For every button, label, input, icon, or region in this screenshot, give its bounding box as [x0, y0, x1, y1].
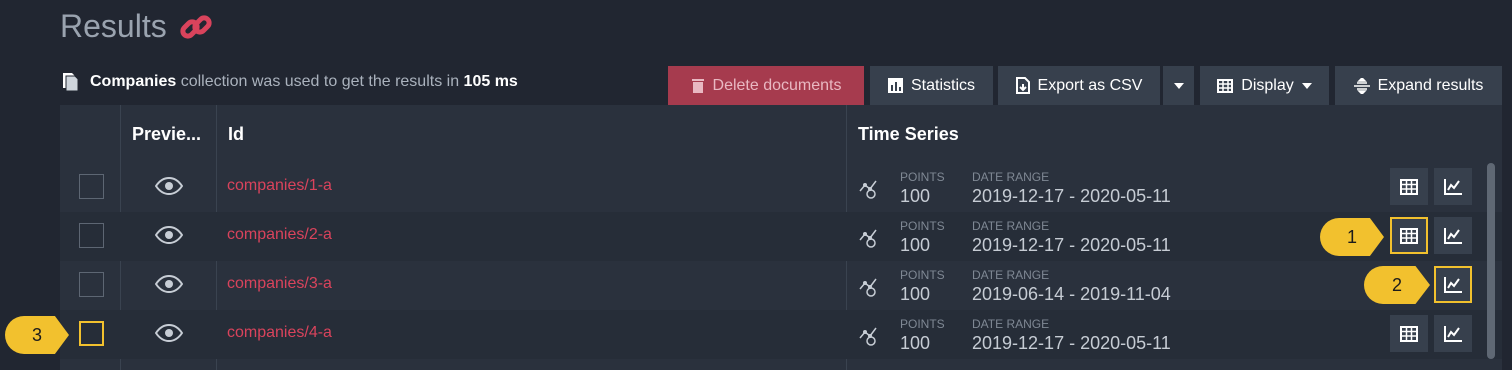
chart-view-button[interactable] — [1434, 266, 1472, 303]
query-duration: 105 ms — [463, 73, 518, 90]
date-range-label: DATE RANGE — [972, 268, 1050, 282]
bar-chart-icon — [887, 78, 903, 93]
points-value: 100 — [900, 333, 931, 353]
results-title: Results — [60, 8, 213, 45]
line-chart-icon — [1444, 178, 1462, 195]
line-chart-icon — [1444, 227, 1462, 244]
export-csv-button[interactable]: Export as CSV — [998, 66, 1160, 105]
timeseries-icon — [859, 229, 877, 248]
callout-number: 2 — [1391, 274, 1402, 295]
table-icon — [1400, 178, 1418, 195]
row-checkbox[interactable] — [79, 223, 104, 248]
column-header-time-series[interactable]: Time Series — [858, 105, 959, 163]
document-id-link[interactable]: companies/4-a — [227, 324, 332, 342]
points-value: 100 — [900, 284, 931, 304]
points-label: POINTS — [900, 317, 945, 331]
date-range-value: 2019-12-17 - 2020-05-11 — [972, 186, 1171, 206]
table-row[interactable]: companies/2-a POINTS 100 DATE RANGE 2019… — [60, 212, 1502, 261]
date-range-value: 2019-06-14 - 2019-11-04 — [972, 284, 1171, 304]
caret-down-icon — [1301, 82, 1312, 89]
display-label: Display — [1241, 76, 1294, 94]
results-sentence: was used to get the results in — [251, 73, 460, 90]
export-label: Export as CSV — [1037, 76, 1143, 94]
eye-icon[interactable] — [155, 324, 183, 342]
caret-down-icon — [1173, 82, 1184, 89]
timeseries-icon — [859, 327, 877, 346]
results-grid: Previe... Id Time Series companies/1-a P… — [60, 105, 1502, 370]
table-row[interactable]: companies/3-a POINTS 100 DATE RANGE 2019… — [60, 261, 1502, 310]
eye-icon[interactable] — [155, 226, 183, 244]
callout-number: 1 — [1346, 226, 1357, 247]
collection-word: collection — [180, 73, 248, 90]
expand-results-button[interactable]: Expand results — [1335, 66, 1502, 105]
export-dropdown-button[interactable] — [1163, 66, 1194, 105]
table-icon — [1400, 325, 1418, 342]
delete-documents-button[interactable]: Delete documents — [668, 66, 864, 105]
results-info: Companies collection was used to get the… — [60, 72, 518, 92]
points-label: POINTS — [900, 268, 945, 282]
row-checkbox[interactable] — [79, 321, 104, 346]
expand-label: Expand results — [1377, 76, 1484, 94]
timeseries-icon — [859, 180, 877, 199]
table-view-button[interactable] — [1390, 315, 1428, 352]
table-icon — [1400, 227, 1418, 244]
display-dropdown-button[interactable]: Display — [1200, 66, 1329, 105]
table-row[interactable]: companies/1-a POINTS 100 DATE RANGE 2019… — [60, 163, 1502, 212]
chart-view-button[interactable] — [1434, 217, 1472, 254]
callout-number: 3 — [31, 324, 42, 345]
eye-icon[interactable] — [155, 177, 183, 195]
line-chart-icon — [1444, 276, 1462, 293]
table-view-button[interactable] — [1390, 217, 1428, 254]
delete-label: Delete documents — [712, 76, 842, 94]
row-checkbox[interactable] — [79, 174, 104, 199]
date-range-label: DATE RANGE — [972, 170, 1050, 184]
column-header-id[interactable]: Id — [228, 105, 244, 163]
table-row[interactable]: companies/4-a POINTS 100 DATE RANGE 2019… — [60, 310, 1502, 359]
points-label: POINTS — [900, 170, 945, 184]
statistics-button[interactable]: Statistics — [870, 66, 993, 105]
document-id-link[interactable]: companies/1-a — [227, 177, 332, 195]
column-header-preview[interactable]: Previe... — [132, 105, 201, 163]
table-view-button[interactable] — [1390, 168, 1428, 205]
export-icon — [1015, 77, 1030, 94]
date-range-label: DATE RANGE — [972, 219, 1050, 233]
eye-icon[interactable] — [155, 275, 183, 293]
line-chart-icon — [1444, 325, 1462, 342]
document-id-link[interactable]: companies/2-a — [227, 226, 332, 244]
document-id-link[interactable]: companies/3-a — [227, 275, 332, 293]
trash-icon — [691, 78, 704, 93]
points-value: 100 — [900, 186, 931, 206]
vertical-scrollbar[interactable] — [1487, 163, 1495, 359]
points-label: POINTS — [900, 219, 945, 233]
date-range-label: DATE RANGE — [972, 317, 1050, 331]
chart-view-button[interactable] — [1434, 168, 1472, 205]
document-icon — [63, 73, 79, 92]
statistics-label: Statistics — [910, 76, 975, 94]
points-value: 100 — [900, 235, 931, 255]
link-icon — [180, 14, 212, 39]
table-icon — [1217, 78, 1234, 93]
page-title: Results — [60, 8, 167, 44]
chart-view-button[interactable] — [1434, 315, 1472, 352]
date-range-value: 2019-12-17 - 2020-05-11 — [972, 333, 1171, 353]
expand-icon — [1353, 77, 1370, 94]
timeseries-icon — [859, 278, 877, 297]
date-range-value: 2019-12-17 - 2020-05-11 — [972, 235, 1171, 255]
row-checkbox[interactable] — [79, 272, 104, 297]
collection-name[interactable]: Companies — [90, 73, 176, 91]
